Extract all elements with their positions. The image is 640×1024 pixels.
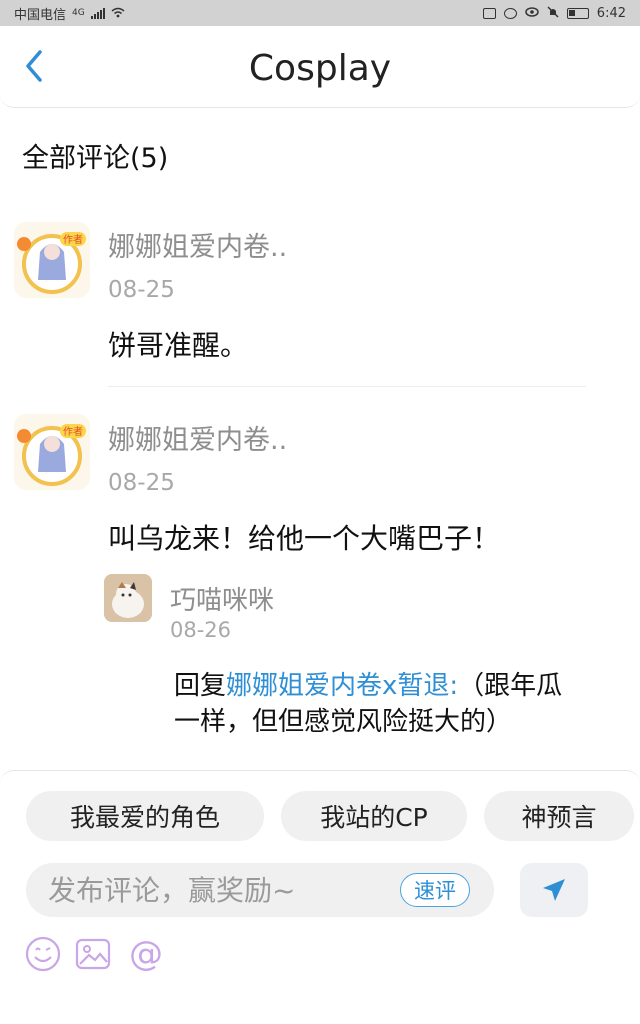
reply-text-line1: （跟年瓜 xyxy=(458,671,563,701)
comment-composer-panel: 我最爱的角色 我站的CP 神预言 速评 @ xyxy=(0,770,640,1024)
send-button[interactable] xyxy=(520,863,588,917)
reply-date: 08-26 xyxy=(170,618,232,642)
image-icon xyxy=(75,938,111,970)
author-badge-text: 作者 xyxy=(63,234,83,246)
eye-icon xyxy=(525,7,539,19)
status-bar: 中国电信 4G 6:42 xyxy=(0,0,640,26)
hd-icon xyxy=(482,7,496,19)
carrier-label: 中国电信 xyxy=(14,7,67,23)
emoji-icon xyxy=(25,936,61,972)
at-icon: @ xyxy=(129,934,163,974)
page-title: Cosplay xyxy=(248,48,392,89)
avatar[interactable]: 作者 xyxy=(14,414,90,490)
reply-author[interactable]: 巧喵咪咪 xyxy=(170,580,274,617)
comment-author[interactable]: 娜娜姐爱内卷.. xyxy=(108,225,287,264)
comment-divider xyxy=(108,386,586,387)
clock-label: 6:42 xyxy=(596,5,626,21)
top-header: Cosplay xyxy=(0,26,640,108)
comment-text[interactable]: 饼哥准醒。 xyxy=(108,324,248,364)
quick-review-button[interactable]: 速评 xyxy=(400,873,470,907)
comment-date: 08-25 xyxy=(108,277,175,303)
image-button[interactable] xyxy=(74,935,112,973)
reply-avatar[interactable] xyxy=(104,574,152,622)
mention-button[interactable]: @ xyxy=(126,934,164,974)
send-icon xyxy=(543,879,565,901)
reply-prefix: 回复 xyxy=(174,671,227,701)
network-label: 4G xyxy=(72,8,85,18)
reply-text-line2: 一样，但但感觉风险挺大的） xyxy=(174,707,513,737)
emoji-button[interactable] xyxy=(24,935,62,973)
reply-text[interactable]: 回复娜娜姐爱内卷x暂退:（跟年瓜 一样，但但感觉风险挺大的） xyxy=(174,668,614,740)
data-icon xyxy=(503,7,517,19)
signal-icon xyxy=(90,7,105,19)
reply-target-link[interactable]: 娜娜姐爱内卷x暂退: xyxy=(226,671,458,701)
wifi-icon xyxy=(111,7,125,20)
quick-tag-chip[interactable]: 我站的CP xyxy=(281,791,467,841)
author-badge-text: 作者 xyxy=(63,426,83,438)
quick-tag-chip[interactable]: 神预言 xyxy=(484,791,634,841)
comment-text[interactable]: 叫乌龙来！给他一个大嘴巴子！ xyxy=(108,517,500,557)
comment-author[interactable]: 娜娜姐爱内卷.. xyxy=(108,418,287,457)
comments-count-title: 全部评论(5) xyxy=(22,143,169,174)
svg-text:@: @ xyxy=(129,935,163,973)
quick-tag-chip[interactable]: 我最爱的角色 xyxy=(26,791,264,841)
avatar[interactable]: 作者 xyxy=(14,222,90,298)
mute-icon xyxy=(547,6,559,20)
comment-date: 08-25 xyxy=(108,470,175,496)
battery-icon xyxy=(566,7,589,19)
